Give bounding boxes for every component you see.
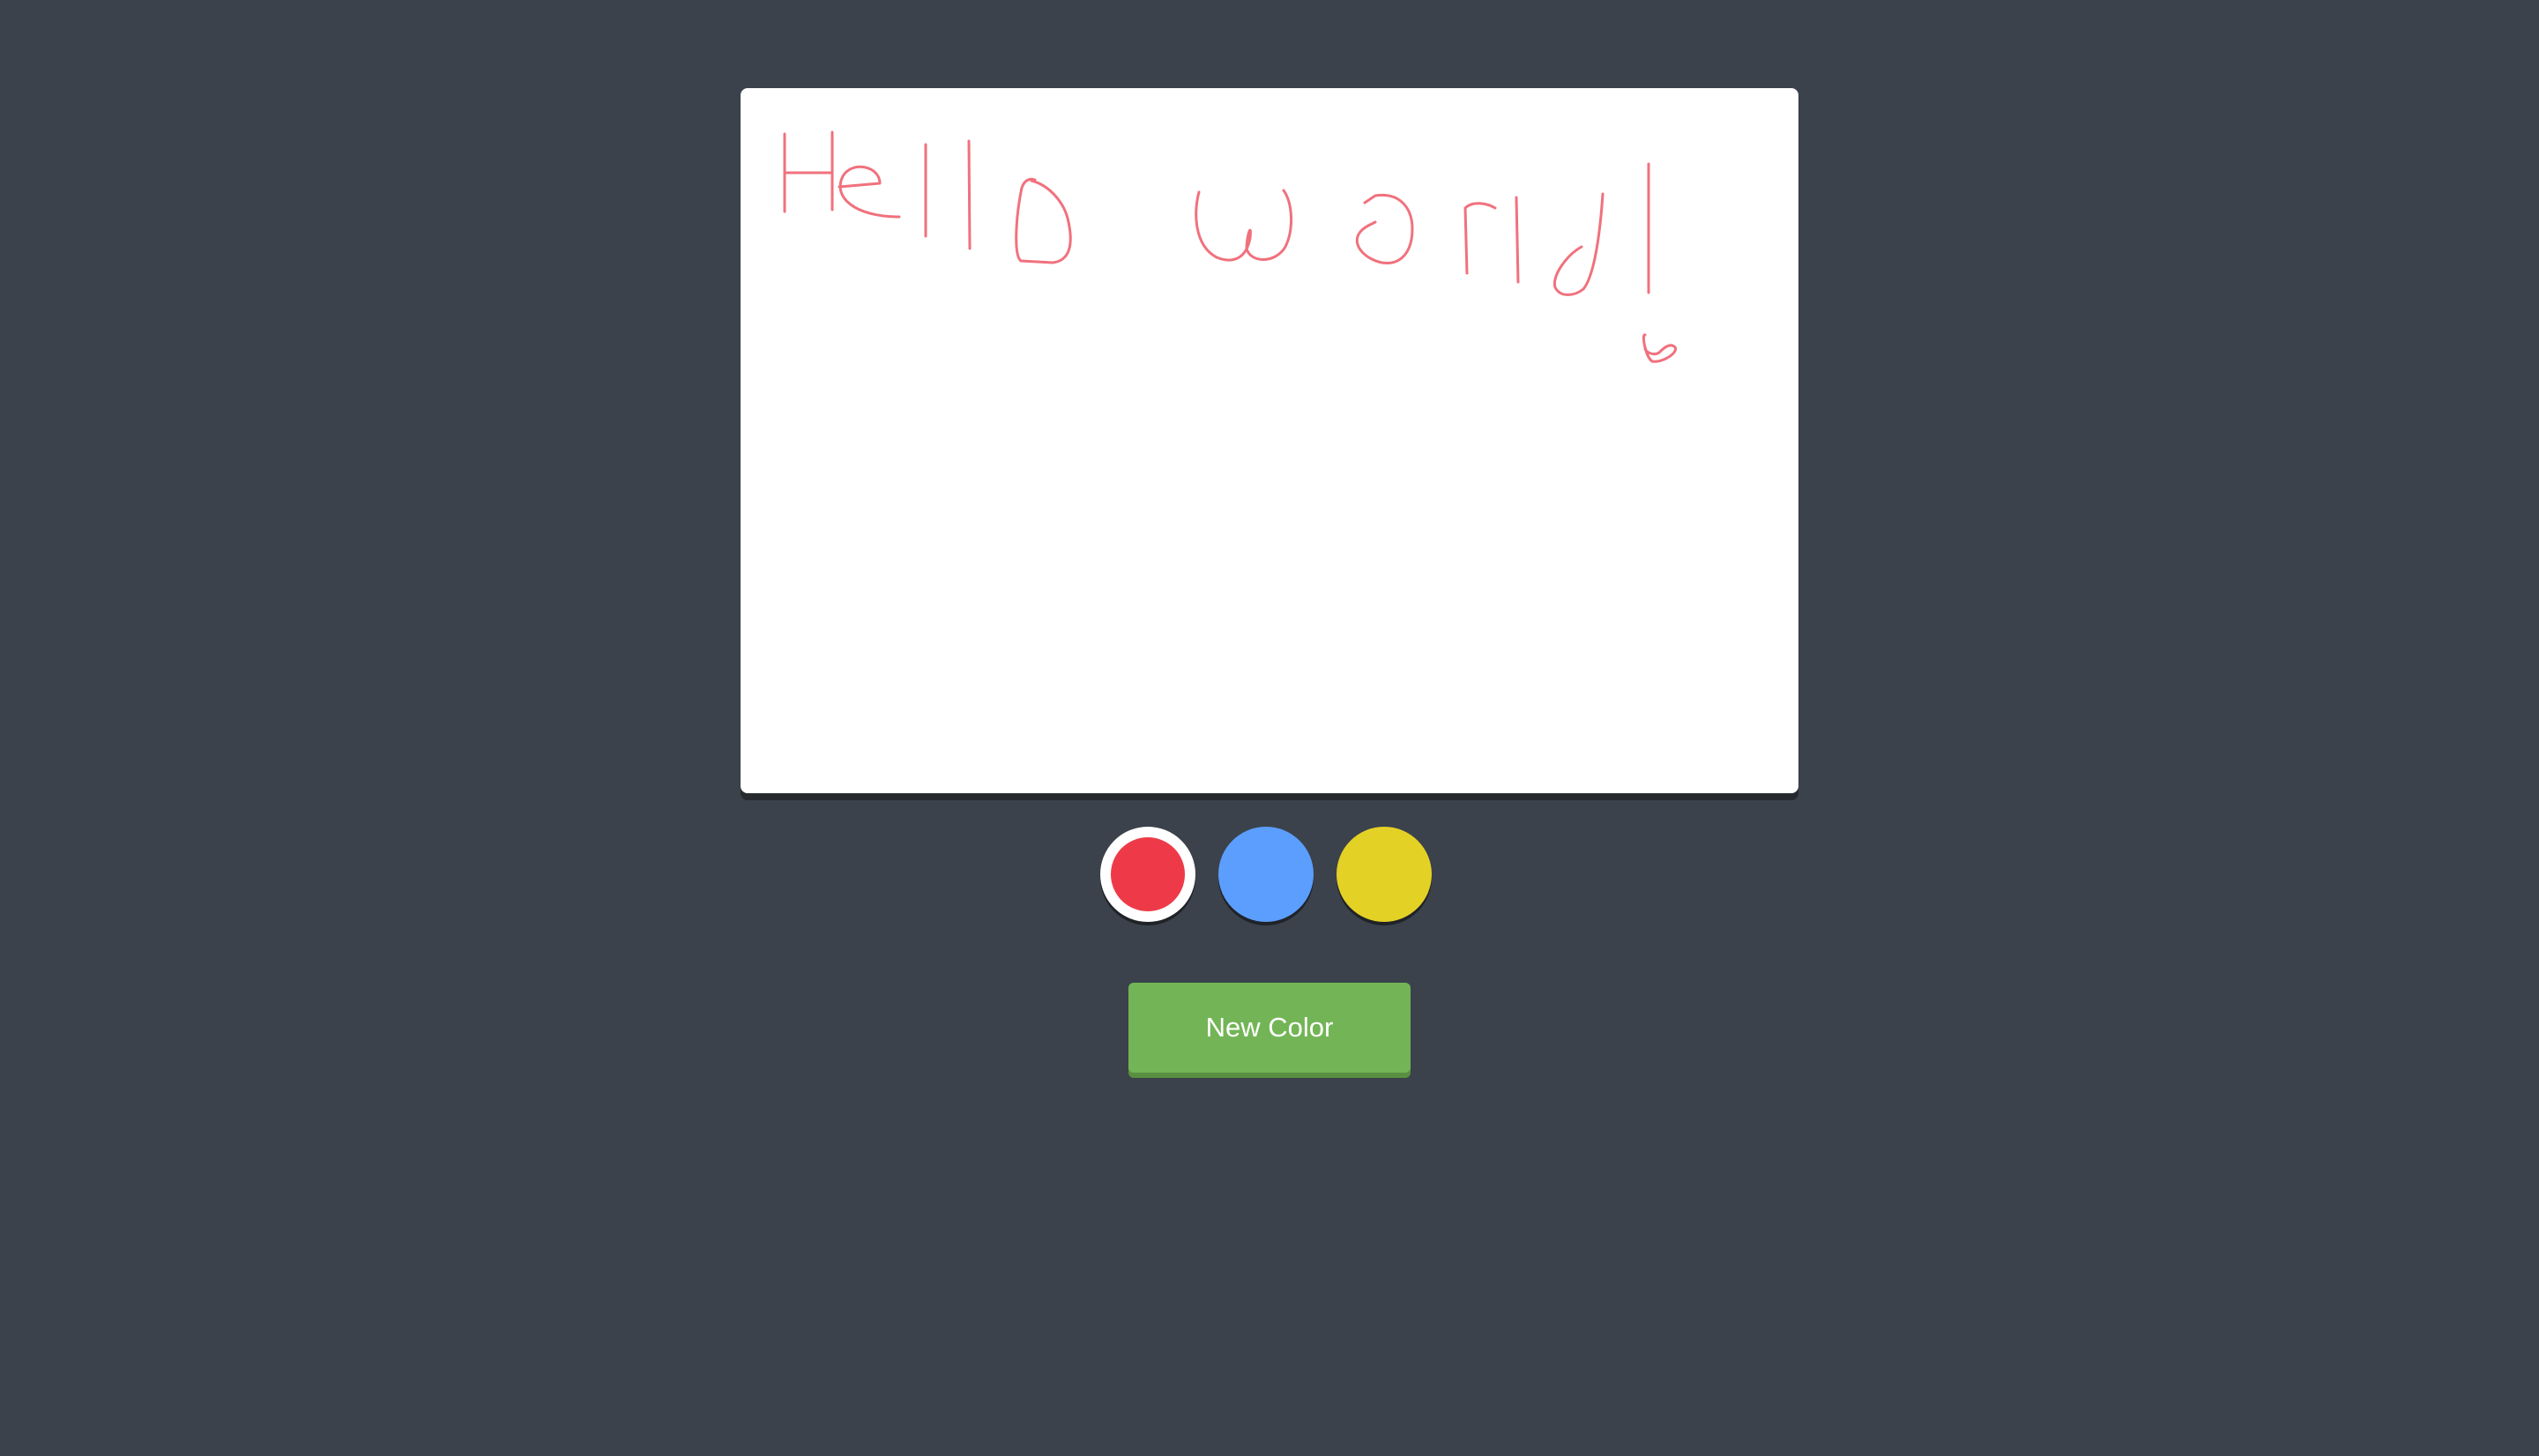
color-swatch-red[interactable] xyxy=(1100,827,1195,922)
ink-stroke xyxy=(838,165,901,219)
ink-stroke xyxy=(967,139,972,250)
new-color-button[interactable]: New Color xyxy=(1128,983,1411,1073)
color-swatch-blue[interactable] xyxy=(1218,827,1314,922)
ink-stroke xyxy=(1015,177,1072,264)
ink-stroke xyxy=(1463,202,1497,275)
drawing-canvas[interactable] xyxy=(741,88,1798,793)
ink-stroke xyxy=(1642,333,1677,363)
color-palette xyxy=(1100,827,1432,925)
ink-stroke xyxy=(1515,196,1520,284)
ink-stroke xyxy=(1355,193,1414,264)
ink-stroke xyxy=(1195,189,1293,262)
drawing-surface[interactable] xyxy=(741,88,1798,793)
color-swatch-yellow[interactable] xyxy=(1337,827,1432,922)
ink-stroke xyxy=(1552,192,1605,296)
